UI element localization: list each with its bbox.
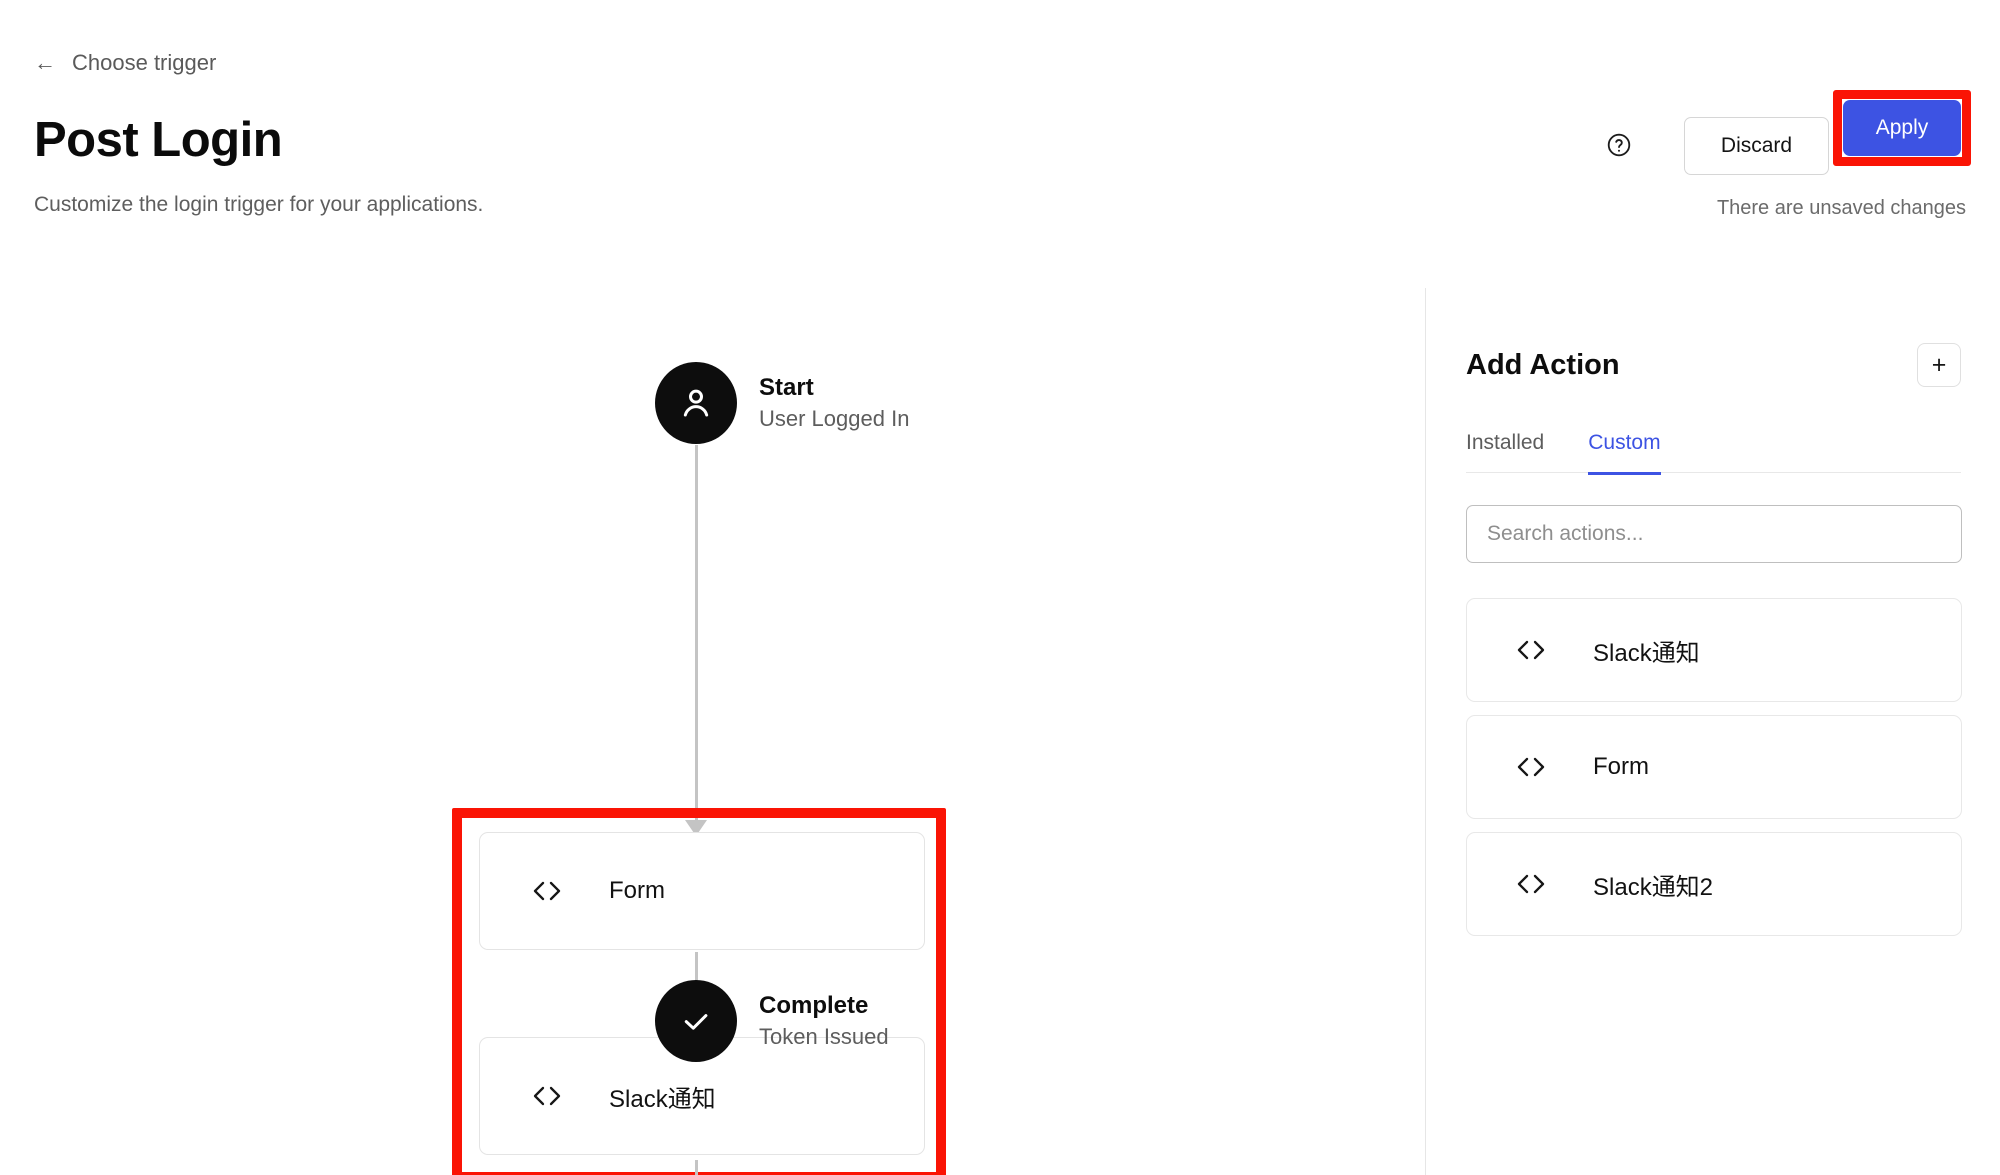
start-node-subtitle: User Logged In [759, 406, 910, 431]
add-action-header: Add Action + [1466, 343, 1961, 387]
check-icon [684, 1014, 708, 1030]
flow-node-start[interactable]: Start User Logged In [655, 362, 909, 444]
page-title: Post Login [34, 113, 283, 167]
add-action-panel: Add Action + Installed Custom Slack通知 [1425, 288, 2000, 1175]
flow-card-form[interactable]: Form [479, 832, 925, 950]
add-action-plus-button[interactable]: + [1917, 343, 1961, 387]
flow-card-label: Slack通知 [609, 1085, 716, 1113]
tab-custom[interactable]: Custom [1588, 431, 1661, 475]
code-icon [528, 877, 566, 905]
action-list-item[interactable]: Slack通知 [1466, 598, 1962, 702]
help-circle-icon[interactable] [1605, 131, 1633, 159]
arrow-left-icon: ← [34, 50, 56, 75]
back-link-label: Choose trigger [72, 50, 217, 75]
plus-icon: + [1931, 350, 1947, 379]
complete-node-text: Complete Token Issued [759, 992, 889, 1050]
action-list-item[interactable]: Form [1466, 715, 1962, 819]
start-node-title: Start [759, 374, 814, 401]
add-action-title: Add Action [1466, 348, 1620, 381]
complete-node-subtitle: Token Issued [759, 1024, 889, 1049]
code-icon [1512, 636, 1550, 664]
code-icon [1512, 870, 1550, 898]
action-list-item[interactable]: Slack通知2 [1466, 832, 1962, 936]
add-action-tabs: Installed Custom [1466, 428, 1961, 475]
start-node-circle [655, 362, 737, 444]
code-icon [1512, 753, 1550, 781]
discard-button[interactable]: Discard [1684, 117, 1829, 175]
unsaved-changes-status: There are unsaved changes [1716, 197, 1966, 219]
custom-actions-list: Slack通知 Form Slack通知2 [1466, 598, 1962, 949]
apply-button[interactable]: Apply [1843, 100, 1961, 156]
post-login-trigger-page: ← Choose trigger Post Login Customize th… [0, 0, 2000, 1175]
start-node-text: Start User Logged In [759, 374, 909, 432]
action-list-item-label: Slack通知 [1593, 639, 1700, 667]
action-list-item-label: Form [1593, 753, 1649, 780]
user-icon [683, 389, 709, 417]
trigger-flow-canvas: Start User Logged In Form Slack通知 Comple… [0, 280, 1425, 1175]
flow-card-label: Form [609, 877, 665, 904]
apply-button-wrapper: Apply [1843, 100, 1961, 156]
flow-node-complete[interactable]: Complete Token Issued [655, 980, 889, 1062]
tab-installed[interactable]: Installed [1466, 431, 1544, 475]
action-list-item-label: Slack通知2 [1593, 873, 1714, 901]
complete-node-title: Complete [759, 992, 869, 1019]
back-to-choose-trigger-link[interactable]: ← Choose trigger [34, 50, 216, 76]
flow-connector-1 [695, 445, 698, 820]
search-actions-input[interactable] [1466, 505, 1962, 563]
flow-connector-3 [695, 1160, 698, 1175]
page-subtitle: Customize the login trigger for your app… [34, 193, 484, 216]
code-icon [528, 1082, 566, 1110]
complete-node-circle [655, 980, 737, 1062]
